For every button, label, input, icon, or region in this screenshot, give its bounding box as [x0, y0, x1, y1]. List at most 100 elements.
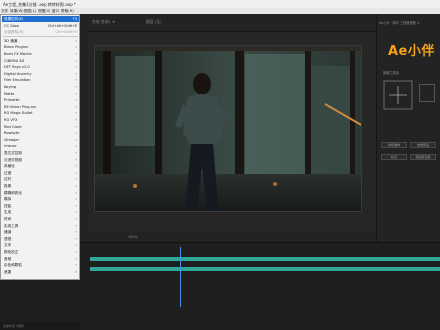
effects-menu-item[interactable]: 文本 › — [2, 242, 79, 248]
effects-menu-item[interactable]: 抠像 › — [2, 183, 79, 189]
chevron-right-icon: › — [75, 150, 77, 155]
effects-menu-item[interactable]: 通道 › — [2, 229, 79, 235]
menu-item-label: Primatte — [4, 98, 20, 103]
chevron-right-icon: › — [75, 57, 77, 63]
chevron-right-icon: › — [75, 37, 77, 43]
chevron-right-icon: › — [75, 255, 77, 261]
timeline-track[interactable] — [90, 257, 440, 261]
chevron-right-icon: › — [75, 97, 77, 103]
chevron-right-icon: › — [75, 84, 77, 89]
effects-menu-item[interactable]: 模糊和锐化 › — [2, 190, 79, 196]
effects-menu-item[interactable]: CC Glow Ctrl+Alt+Shift+E — [2, 23, 79, 29]
chevron-right-icon: › — [75, 117, 77, 122]
effects-menu-item[interactable]: 3D 通道 › — [2, 38, 79, 44]
effects-menu-item[interactable]: 遮罩 › — [2, 269, 79, 275]
menu-item-label: 效果控件(E) — [4, 17, 24, 21]
menu-item-label: 文本 — [4, 243, 12, 248]
playhead[interactable] — [180, 247, 181, 307]
viewer-toolbar: 100% — [88, 232, 376, 242]
effects-menu-item[interactable]: Vimager › — [2, 137, 79, 143]
menu-item-label: 音频 — [4, 256, 12, 261]
effects-menu-item[interactable]: Red Giant › — [2, 124, 79, 130]
zoom-level[interactable]: 100% — [128, 235, 138, 239]
effects-menu-item[interactable]: Keying › — [2, 84, 79, 90]
effects-menu-item[interactable]: RG Magic Bullet › — [2, 110, 79, 116]
effects-menu-item[interactable]: Primatte › — [2, 97, 79, 103]
menu-item-label: 颜色校正 — [4, 250, 19, 254]
status-bar: 渲染时间 0毫秒 — [0, 322, 80, 330]
effects-menu-item[interactable]: 模拟 › — [2, 196, 79, 202]
timeline-track[interactable] — [90, 267, 440, 271]
menu-item-label: 沉浸式视频 — [4, 157, 22, 162]
effects-menu-item[interactable]: Blace Plugins › — [2, 44, 79, 50]
marker-button[interactable]: 标记 — [381, 154, 407, 160]
effects-menu-item[interactable]: 过时 › — [2, 176, 79, 182]
effects-menu-item[interactable]: 音频 › — [2, 256, 79, 262]
chevron-right-icon: › — [75, 51, 77, 56]
effects-menu-item[interactable]: Digital Anarchy › — [2, 71, 79, 77]
chevron-right-icon: › — [75, 229, 77, 235]
effects-menu-item[interactable]: DFT Rays v2.0 › — [2, 64, 79, 70]
effects-menu-item[interactable]: RG VFX › — [2, 117, 79, 123]
title-bar: Ae工程_合集1分镜 .aep 转转样照.aep * — [0, 0, 440, 8]
menu-item-label: RG VFX — [4, 118, 18, 122]
chevron-right-icon: › — [75, 156, 77, 162]
effects-menu-item[interactable]: 风格化 › — [2, 163, 79, 169]
menu-item-label: 过时 — [4, 177, 12, 182]
effects-menu-item[interactable]: 颜色校正 › — [2, 249, 79, 255]
preset-button[interactable]: 合成预设 — [410, 142, 436, 148]
chevron-right-icon: › — [75, 44, 77, 50]
preview-box — [419, 84, 435, 102]
tab-layer[interactable]: 图层 (无) — [146, 19, 162, 25]
chevron-right-icon: › — [75, 249, 77, 254]
effects-menu-item[interactable]: 效果控件(E) F3 — [2, 16, 79, 23]
menu-item-label: DFT Rays v2.0 — [4, 65, 30, 70]
cut-button[interactable]: 剪切素材 — [381, 142, 407, 148]
effects-menu-item[interactable]: Matte › — [2, 91, 79, 97]
chevron-right-icon: › — [75, 77, 77, 83]
effects-menu-item[interactable]: Rowbyte › — [2, 130, 79, 136]
effects-menu-item[interactable]: 表达式控制 › — [2, 150, 79, 156]
menu-item-label: 抠像 — [4, 184, 12, 188]
effects-menu-item[interactable]: 扭曲 › — [2, 203, 79, 209]
chevron-right-icon: › — [75, 189, 77, 195]
menu-item-label: 通道 — [4, 230, 12, 235]
effects-menu-item[interactable]: CINEMA 4D › — [2, 58, 79, 64]
menu-item-label: 遮罩 — [4, 269, 12, 274]
menu-item-label: RG Magic Bullet — [4, 111, 33, 116]
effects-menu-item[interactable]: 实用工具 › — [2, 223, 79, 229]
menu-item-label: Vimager — [4, 137, 20, 142]
effects-menu-item[interactable]: Vranzo › — [2, 143, 79, 149]
effects-menu-item[interactable]: 杂色和颗粒 › — [2, 262, 79, 268]
chevron-right-icon: › — [75, 216, 77, 221]
menu-item-label: 杂色和颗粒 — [4, 263, 22, 268]
effects-menu-item[interactable]: RE:Vision Plug-ins › — [2, 104, 79, 110]
effects-menu-item[interactable]: 沉浸式视频 › — [2, 157, 79, 163]
chevron-right-icon: › — [75, 242, 77, 248]
chevron-right-icon: › — [75, 136, 77, 142]
effects-menu-item[interactable]: 过渡 › — [2, 170, 79, 176]
effects-menu-item[interactable]: 生成 › — [2, 209, 79, 215]
effects-menu-item[interactable]: 时间 › — [2, 216, 79, 222]
menu-item-label: 透视 — [4, 236, 12, 241]
effects-menu-item[interactable]: 透视 › — [2, 236, 79, 242]
menu-item-label: Red Giant — [4, 124, 22, 129]
tab-composition[interactable]: 合成 合成1 ≡ — [92, 19, 115, 25]
effects-menu-item[interactable]: Film Emulation › — [2, 77, 79, 83]
menu-item-label: Vranzo — [4, 144, 17, 149]
anchor-grid-icon[interactable] — [383, 80, 413, 110]
timeline-panel[interactable] — [80, 242, 440, 330]
menu-item-label: Matte — [4, 91, 15, 96]
effects-menu-item[interactable]: 全部移除(R) Ctrl+Shift+E — [2, 29, 79, 35]
render-queue-button[interactable]: 添加至渲染 — [410, 154, 436, 160]
menu-item-label: Keying — [4, 85, 17, 89]
composition-viewer[interactable] — [88, 32, 376, 232]
scene-image — [95, 46, 361, 211]
chevron-right-icon: › — [75, 262, 77, 268]
effects-dropdown-menu: 效果控件(E) F3 CC Glow Ctrl+Alt+Shift+E 全部移除(R) C… — [0, 14, 80, 280]
video-frame[interactable] — [94, 45, 362, 212]
menu-item-label: 过渡 — [4, 170, 12, 175]
menu-item-label: 模拟 — [4, 197, 12, 202]
effects-menu-item[interactable]: Boris FX Mocha › — [2, 51, 79, 57]
chevron-right-icon: › — [75, 202, 77, 208]
